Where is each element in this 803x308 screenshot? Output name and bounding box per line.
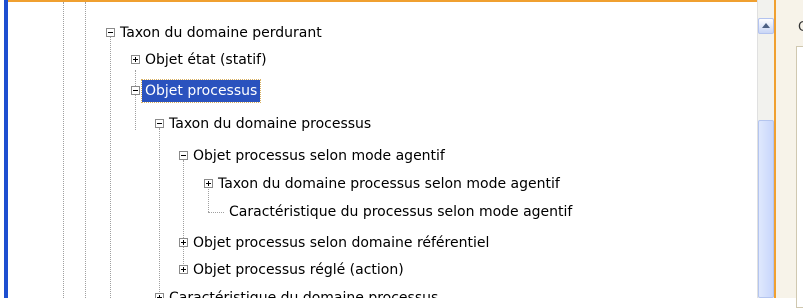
tree-node-label[interactable]: Taxon du domaine perdurant <box>120 22 322 44</box>
tree-guide-line <box>208 186 209 212</box>
tree-guide-line <box>183 160 184 266</box>
scrollbar-thumb[interactable] <box>758 120 774 298</box>
tree-guide-line <box>208 212 224 213</box>
expand-icon[interactable] <box>155 293 164 298</box>
tree-node-label[interactable]: Caractéristique du processus selon mode … <box>229 201 572 223</box>
tree-node-label[interactable]: Taxon du domaine processus selon mode ag… <box>218 173 560 195</box>
expand-icon[interactable] <box>131 55 140 64</box>
expand-icon[interactable] <box>204 179 213 188</box>
tree-guide-line <box>110 36 111 298</box>
left-accent-bar <box>0 0 8 298</box>
tree-guide-line <box>85 2 86 298</box>
collapse-icon[interactable] <box>106 28 115 37</box>
tree-node-label[interactable]: Objet processus réglé (action) <box>193 259 404 281</box>
tree-node-label[interactable]: Objet état (statif) <box>145 49 267 71</box>
tree-node-label[interactable]: Taxon du domaine processus <box>169 113 371 135</box>
collapse-icon[interactable] <box>155 119 164 128</box>
tree-view[interactable]: Taxon du domaine perdurant Objet état (s… <box>8 0 758 298</box>
tree-node-label[interactable]: Objet processus selon domaine référentie… <box>193 232 489 254</box>
right-panel-box <box>796 46 803 308</box>
collapse-icon[interactable] <box>131 86 140 95</box>
tree-node-label[interactable]: Objet processus selon mode agentif <box>193 145 445 167</box>
tree-guide-line <box>159 128 160 296</box>
tree-node-label-selected[interactable]: Objet processus <box>140 79 262 103</box>
right-panel: C <box>774 0 803 308</box>
scroll-up-arrow-icon[interactable] <box>758 18 774 34</box>
expand-icon[interactable] <box>179 265 188 274</box>
collapse-icon[interactable] <box>179 151 188 160</box>
expand-icon[interactable] <box>179 238 188 247</box>
vertical-scrollbar[interactable] <box>757 0 774 298</box>
tree-node-label[interactable]: Caractéristique du domaine processus <box>169 287 438 298</box>
right-panel-label: C <box>798 20 803 35</box>
tree-guide-line <box>63 2 64 298</box>
tree-guide-line <box>135 70 136 130</box>
